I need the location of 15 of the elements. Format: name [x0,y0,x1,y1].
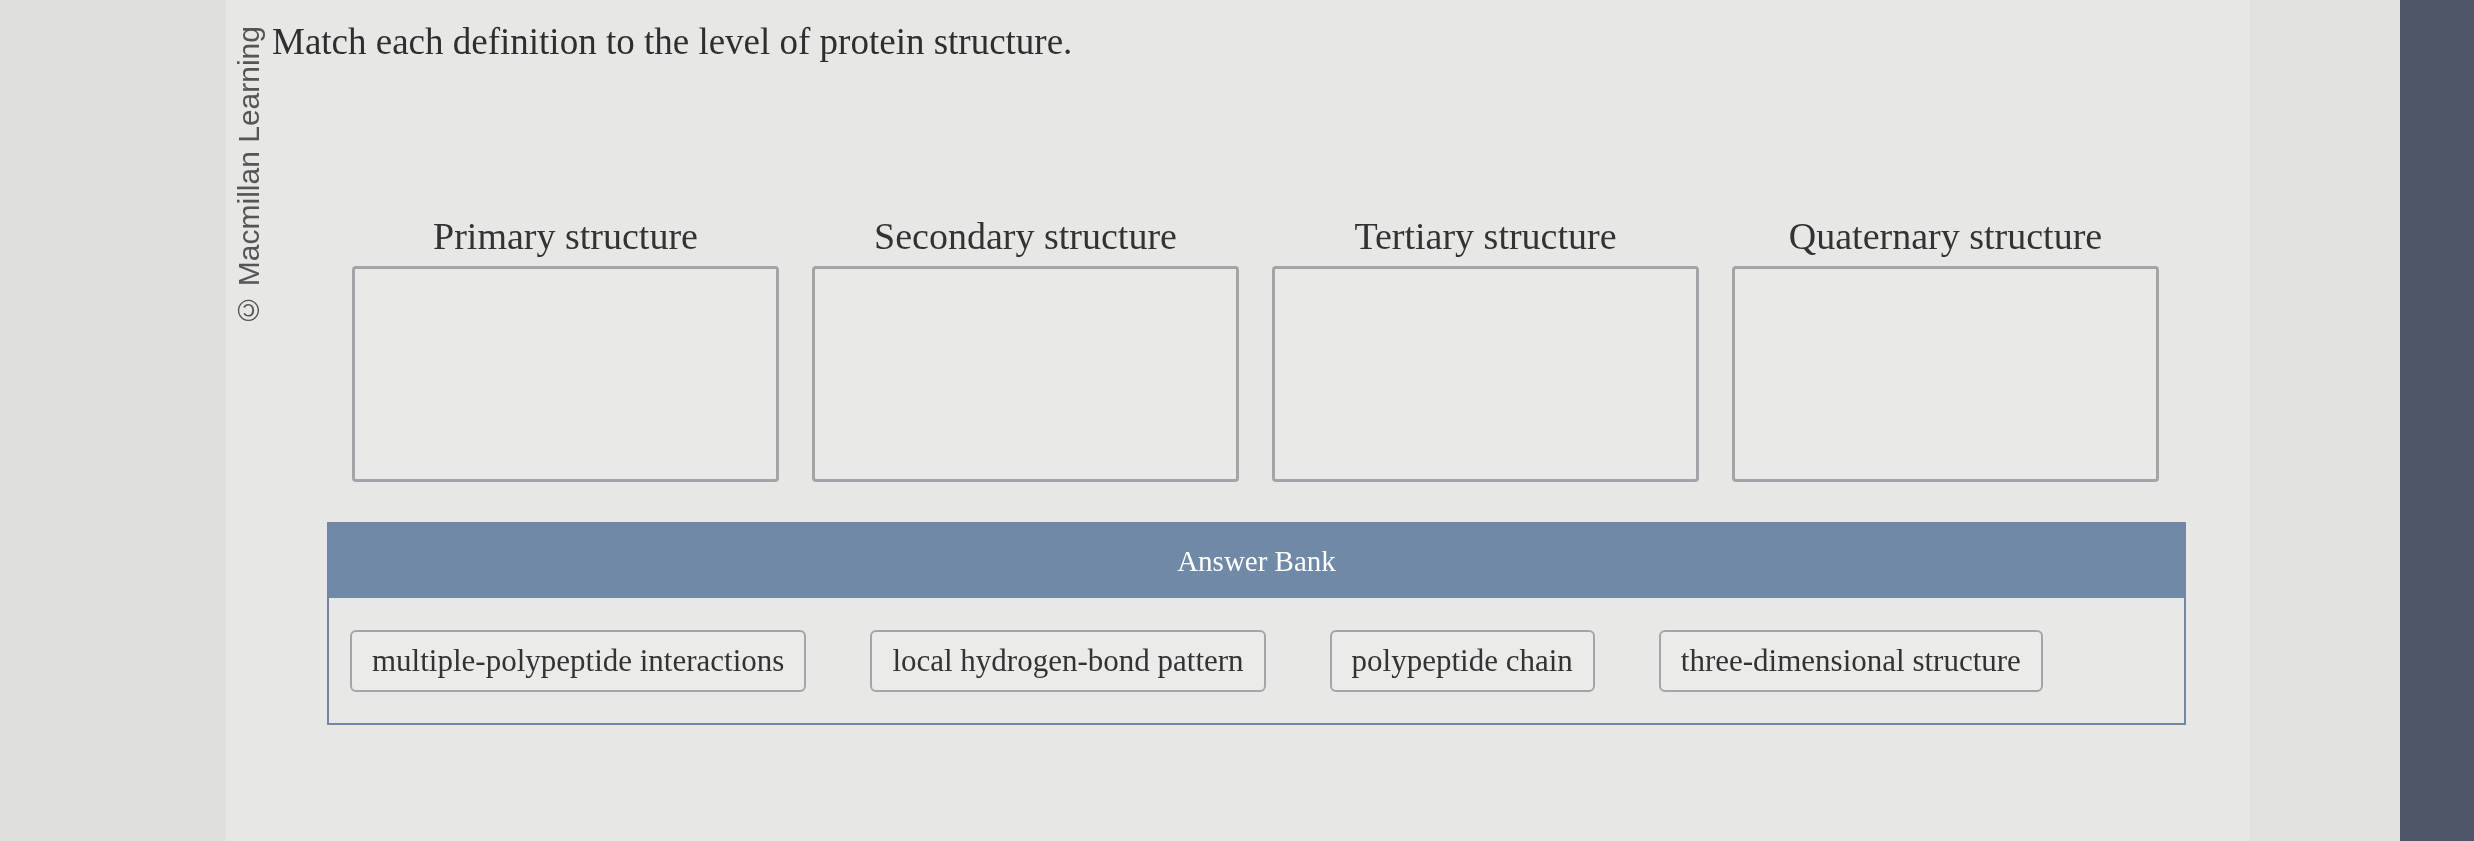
target-label: Tertiary structure [1354,214,1617,258]
target-label: Quaternary structure [1788,214,2103,258]
drop-zone[interactable] [1732,266,2159,482]
answer-chip[interactable]: three-dimensional structure [1658,630,2043,692]
answer-chip[interactable]: polypeptide chain [1329,630,1595,692]
copyright-credit: © Macmillan Learning [232,26,266,328]
question-prompt: Match each definition to the level of protein structure. [272,20,1073,64]
answer-bank-title: Answer Bank [1177,544,1336,578]
answer-chip[interactable]: multiple-polypeptide interactions [350,630,807,692]
target-label: Secondary structure [874,214,1177,258]
drop-zone[interactable] [1272,266,1699,482]
target-label: Primary structure [433,214,698,258]
drop-zone[interactable] [352,266,779,482]
answer-chip[interactable]: local hydrogen-bond pattern [870,630,1266,692]
drop-zone[interactable] [812,266,1239,482]
